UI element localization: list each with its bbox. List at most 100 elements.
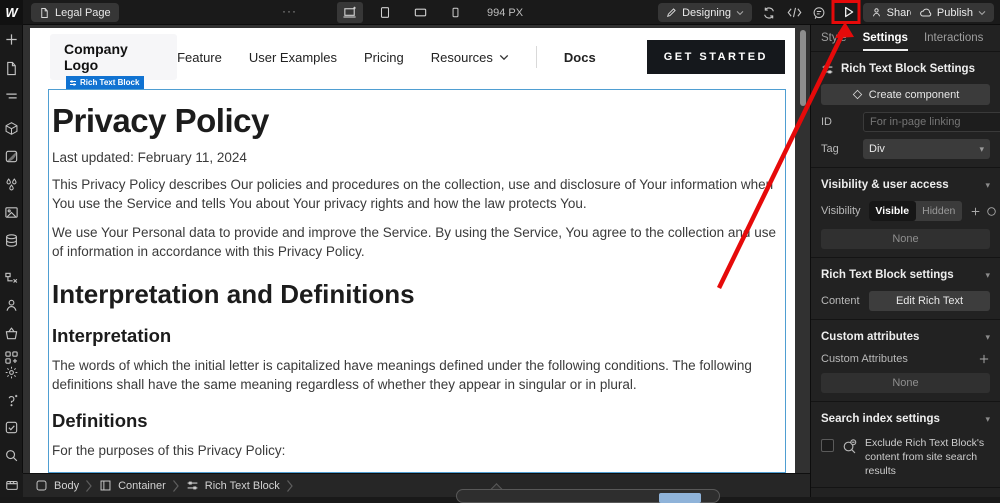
page-chip-label: Legal Page [55,6,111,19]
visibility-none-button[interactable]: None [821,229,990,249]
attributes-none-button[interactable]: None [821,373,990,393]
search-index-title: Search index settings [821,413,940,425]
rich-text-block-icon [187,481,198,490]
nav-link-feature[interactable]: Feature [177,50,222,65]
chevron-down-icon[interactable]: ▾ [985,270,990,281]
navigator-icon[interactable] [4,89,19,104]
more-menu-icon[interactable]: ··· [282,4,297,18]
chevron-down-icon [499,54,509,60]
custom-attributes-row: Custom Attributes [821,353,990,365]
canvas-width-label[interactable]: 994 PX [487,7,523,19]
help-icon[interactable] [4,393,19,408]
apps-icon[interactable] [4,350,19,365]
chevron-down-icon[interactable]: ▾ [985,180,990,191]
rich-text-block[interactable]: Privacy Policy Last updated: February 11… [48,89,786,473]
last-updated-text: Last updated: February 11, 2024 [52,150,247,165]
breakpoint-landscape-button[interactable] [407,2,433,23]
webflow-logo-icon[interactable]: W [0,0,23,25]
rtb-settings-title: Rich Text Block settings [821,269,954,281]
export-code-button[interactable] [785,4,803,21]
breakpoint-desktop-button[interactable] [337,2,363,23]
breadcrumb-body[interactable]: Body [35,479,79,492]
create-component-button[interactable]: Create component [821,84,990,105]
sync-button[interactable] [760,4,778,21]
breadcrumb-rich-text-block[interactable]: Rich Text Block [186,479,280,492]
ecommerce-icon[interactable] [4,326,19,341]
chevron-down-icon[interactable]: ▾ [985,332,990,343]
video-icon [5,480,18,490]
visibility-section: Visibility & user access ▾ Visibility Vi… [811,168,1000,258]
swatches-icon[interactable] [4,177,19,192]
article-title: Privacy Policy [52,102,269,139]
chevron-down-icon [736,10,744,15]
nav-link-pricing[interactable]: Pricing [364,50,404,65]
breadcrumb-container[interactable]: Container [99,479,166,492]
preview-button[interactable] [839,3,857,20]
assets-icon[interactable] [4,205,19,220]
custom-attributes-title: Custom attributes [821,331,920,343]
search-icon[interactable] [4,448,19,463]
chevron-down-icon [978,10,986,15]
video-tutorials-corner[interactable] [0,473,23,497]
search-exclude-icon [843,439,857,454]
components-icon[interactable] [4,121,19,136]
canvas-scrollbar-thumb[interactable] [800,30,806,106]
chevron-down-icon: ▾ [979,143,984,154]
id-field-row: ID [821,112,1000,132]
tab-interactions[interactable]: Interactions [924,25,983,51]
logic-icon[interactable] [4,271,19,286]
popup-button-edge[interactable] [659,493,701,503]
tab-style[interactable]: Style [821,25,847,51]
get-started-button[interactable]: GET STARTED [646,40,785,74]
tab-settings[interactable]: Settings [862,25,908,51]
site-logo[interactable]: Company Logo [50,34,178,80]
selected-element-badge[interactable]: Rich Text Block [66,76,145,89]
nav-link-docs[interactable]: Docs [564,50,596,65]
publish-label: Publish [936,6,973,19]
phone-landscape-icon [414,8,426,17]
id-input[interactable] [863,112,1000,132]
desktop-breakpoint-icon [343,6,356,18]
designing-mode-button[interactable]: Designing [658,3,752,22]
visible-option[interactable]: Visible [869,201,916,221]
breadcrumb-separator [172,479,179,492]
nav-link-resources[interactable]: Resources [431,50,509,65]
tag-select[interactable]: Div ▾ [863,139,990,159]
add-element-icon[interactable] [4,32,19,47]
article-paragraph: The words of which the initial letter is… [52,357,752,393]
site-navbar: Company Logo Feature User Examples Prici… [30,28,795,86]
element-settings-section: Rich Text Block Settings Create componen… [811,52,1000,168]
article-heading-3: Definitions [52,409,148,431]
content-row: Content Edit Rich Text [821,291,990,311]
exclude-search-checkbox[interactable] [821,439,834,452]
breadcrumb-separator [86,479,92,492]
design-canvas-page[interactable]: Company Logo Feature User Examples Prici… [30,28,795,473]
visibility-row: Visibility Visible Hidden [821,201,996,221]
pages-icon[interactable] [4,61,19,76]
audit-icon[interactable] [4,420,19,435]
breakpoint-phone-button[interactable] [442,2,468,23]
add-condition-icon[interactable] [970,206,981,217]
settings-gear-icon[interactable] [4,365,19,380]
breakpoint-tablet-button[interactable] [372,2,398,23]
users-icon[interactable] [4,298,19,313]
element-settings-icon [70,80,76,85]
left-toolbar [0,25,23,497]
code-icon [787,7,801,18]
comment-icon [813,6,825,19]
chevron-down-icon[interactable]: ▾ [985,414,990,425]
comments-button[interactable] [810,4,828,21]
publish-button[interactable]: Publish [910,3,994,22]
edit-rich-text-button[interactable]: Edit Rich Text [869,291,990,311]
component-icon [852,89,862,100]
hidden-option[interactable]: Hidden [916,201,963,221]
nav-link-user-examples[interactable]: User Examples [249,50,337,65]
visibility-extra-icon[interactable] [986,206,997,217]
add-attribute-icon[interactable] [978,353,990,365]
bottom-popup-edge[interactable] [456,489,720,503]
pencil-icon [667,8,676,18]
container-icon [100,480,111,491]
cms-icon[interactable] [4,233,19,248]
style-panel-icon[interactable] [4,149,19,164]
page-breadcrumb-chip[interactable]: Legal Page [31,3,119,22]
